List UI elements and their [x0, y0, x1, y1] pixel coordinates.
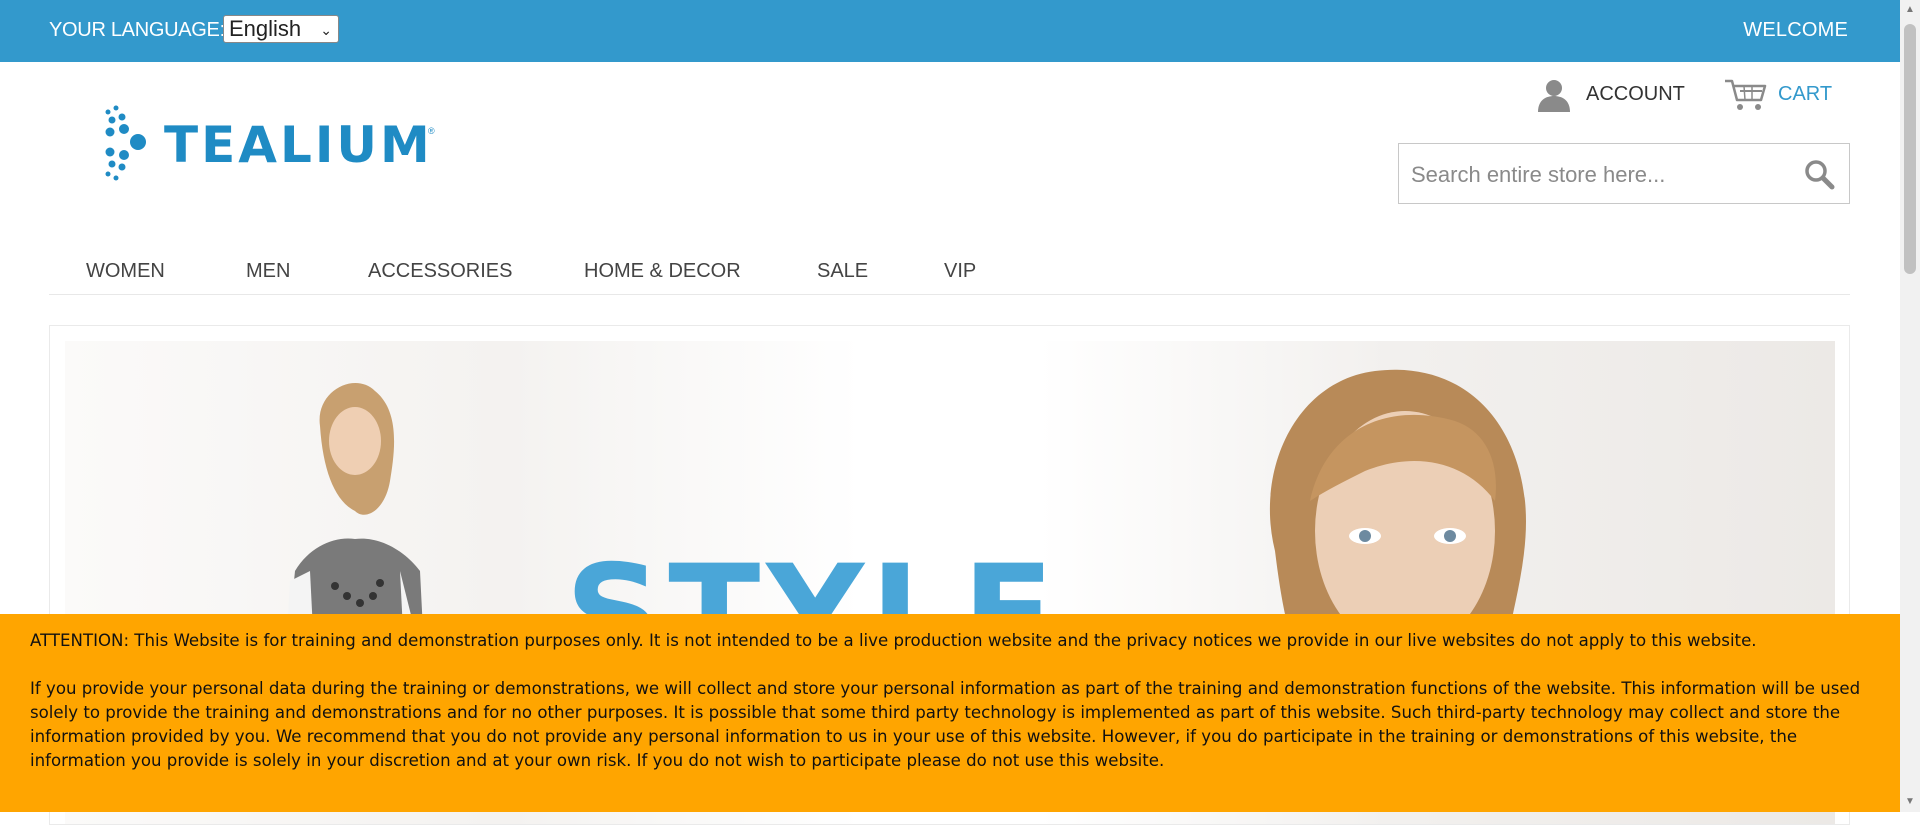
logo-dots-icon: [105, 105, 146, 181]
logo-text: TEALIUM: [164, 116, 433, 174]
scroll-thumb[interactable]: [1904, 24, 1916, 274]
chevron-down-icon: ⌄: [320, 22, 332, 38]
notice-paragraph-1: ATTENTION: This Website is for training …: [30, 631, 1757, 650]
nav-item-vip[interactable]: VIP: [944, 260, 976, 283]
nav-item-home-decor[interactable]: HOME & DECOR: [584, 260, 741, 283]
cart-icon: [1725, 79, 1767, 110]
cart-label: CART: [1778, 83, 1833, 105]
nav-item-men[interactable]: MEN: [246, 260, 290, 283]
site-logo[interactable]: TEALIUM ®: [102, 104, 435, 184]
search-icon[interactable]: [1803, 158, 1835, 190]
language-selected-value: English: [229, 16, 302, 41]
notice-paragraph-2: If you provide your personal data during…: [30, 679, 1861, 770]
user-icon: [1538, 80, 1570, 112]
model-right-image: [1269, 369, 1526, 651]
account-label: ACCOUNT: [1586, 83, 1685, 105]
language-label: YOUR LANGUAGE:: [49, 19, 225, 41]
page-scrollbar[interactable]: ▲ ▼: [1900, 0, 1920, 812]
welcome-text: WELCOME: [1743, 19, 1848, 41]
nav-item-accessories[interactable]: ACCESSORIES: [368, 260, 512, 283]
language-select[interactable]: English ⌄: [223, 15, 339, 43]
top-bar: YOUR LANGUAGE: English ⌄ WELCOME: [0, 0, 1900, 62]
scroll-up-arrow-icon[interactable]: ▲: [1904, 4, 1916, 16]
search-box: [1398, 143, 1850, 204]
search-input[interactable]: [1411, 162, 1791, 188]
demo-notice: ATTENTION: This Website is for training …: [0, 614, 1900, 812]
nav-item-women[interactable]: WOMEN: [86, 260, 165, 283]
scroll-down-arrow-icon[interactable]: ▼: [1904, 796, 1916, 808]
main-nav: WOMEN MEN ACCESSORIES HOME & DECOR SALE …: [49, 254, 1850, 295]
nav-item-sale[interactable]: SALE: [817, 260, 868, 283]
logo-trademark: ®: [428, 126, 435, 136]
